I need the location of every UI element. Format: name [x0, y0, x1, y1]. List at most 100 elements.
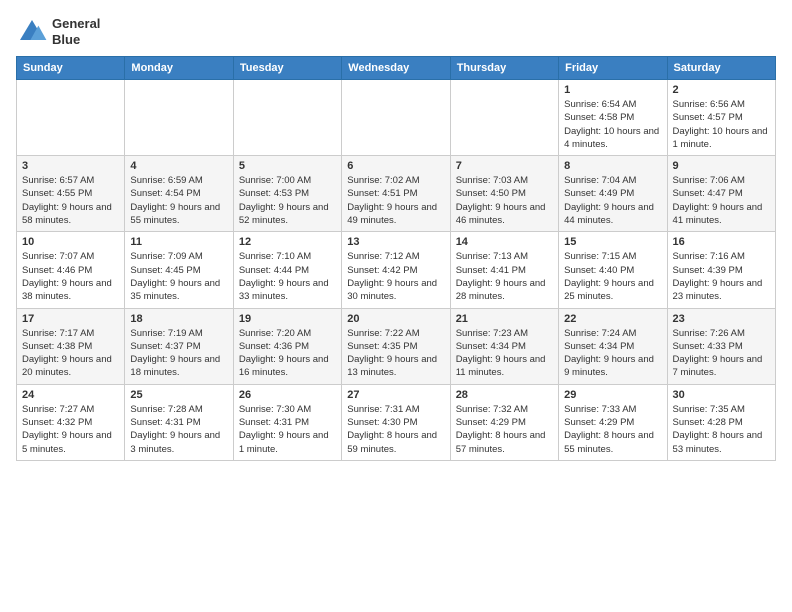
- day-info: Sunrise: 6:54 AM Sunset: 4:58 PM Dayligh…: [564, 98, 661, 151]
- calendar-cell: 6 Sunrise: 7:02 AM Sunset: 4:51 PM Daylig…: [342, 156, 450, 232]
- day-number: 7: [456, 160, 553, 172]
- day-number: 29: [564, 389, 661, 401]
- calendar-week-row: 10 Sunrise: 7:07 AM Sunset: 4:46 PM Dayli…: [17, 232, 776, 308]
- day-info: Sunrise: 7:35 AM Sunset: 4:28 PM Dayligh…: [673, 403, 770, 456]
- day-number: 1: [564, 84, 661, 96]
- day-info: Sunrise: 7:28 AM Sunset: 4:31 PM Dayligh…: [130, 403, 227, 456]
- day-number: 25: [130, 389, 227, 401]
- day-info: Sunrise: 7:22 AM Sunset: 4:35 PM Dayligh…: [347, 327, 444, 380]
- day-info: Sunrise: 7:26 AM Sunset: 4:33 PM Dayligh…: [673, 327, 770, 380]
- calendar-cell: 7 Sunrise: 7:03 AM Sunset: 4:50 PM Daylig…: [450, 156, 558, 232]
- day-info: Sunrise: 6:57 AM Sunset: 4:55 PM Dayligh…: [22, 174, 119, 227]
- day-number: 6: [347, 160, 444, 172]
- calendar-week-row: 1 Sunrise: 6:54 AM Sunset: 4:58 PM Daylig…: [17, 80, 776, 156]
- day-number: 22: [564, 313, 661, 325]
- calendar-cell: 25 Sunrise: 7:28 AM Sunset: 4:31 PM Dayli…: [125, 384, 233, 460]
- calendar-cell: 30 Sunrise: 7:35 AM Sunset: 4:28 PM Dayli…: [667, 384, 775, 460]
- calendar-cell: 22 Sunrise: 7:24 AM Sunset: 4:34 PM Dayli…: [559, 308, 667, 384]
- calendar-cell: 13 Sunrise: 7:12 AM Sunset: 4:42 PM Dayli…: [342, 232, 450, 308]
- calendar-cell: 8 Sunrise: 7:04 AM Sunset: 4:49 PM Daylig…: [559, 156, 667, 232]
- calendar-week-row: 24 Sunrise: 7:27 AM Sunset: 4:32 PM Dayli…: [17, 384, 776, 460]
- day-number: 18: [130, 313, 227, 325]
- logo: General Blue: [16, 16, 100, 48]
- calendar-table: SundayMondayTuesdayWednesdayThursdayFrid…: [16, 56, 776, 461]
- calendar-cell: [233, 80, 341, 156]
- day-info: Sunrise: 7:20 AM Sunset: 4:36 PM Dayligh…: [239, 327, 336, 380]
- calendar-cell: 24 Sunrise: 7:27 AM Sunset: 4:32 PM Dayli…: [17, 384, 125, 460]
- day-number: 4: [130, 160, 227, 172]
- day-number: 11: [130, 236, 227, 248]
- calendar-cell: 20 Sunrise: 7:22 AM Sunset: 4:35 PM Dayli…: [342, 308, 450, 384]
- day-info: Sunrise: 7:16 AM Sunset: 4:39 PM Dayligh…: [673, 250, 770, 303]
- calendar-cell: 5 Sunrise: 7:00 AM Sunset: 4:53 PM Daylig…: [233, 156, 341, 232]
- day-number: 19: [239, 313, 336, 325]
- calendar-cell: [342, 80, 450, 156]
- day-info: Sunrise: 7:03 AM Sunset: 4:50 PM Dayligh…: [456, 174, 553, 227]
- day-number: 21: [456, 313, 553, 325]
- day-number: 24: [22, 389, 119, 401]
- calendar-cell: 29Sunrise: 7:33 AM Sunset: 4:29 PM Dayli…: [559, 384, 667, 460]
- calendar-cell: 16Sunrise: 7:16 AM Sunset: 4:39 PM Dayli…: [667, 232, 775, 308]
- calendar-body: 1 Sunrise: 6:54 AM Sunset: 4:58 PM Daylig…: [17, 80, 776, 461]
- day-info: Sunrise: 7:27 AM Sunset: 4:32 PM Dayligh…: [22, 403, 119, 456]
- day-number: 12: [239, 236, 336, 248]
- calendar-cell: [450, 80, 558, 156]
- day-info: Sunrise: 7:13 AM Sunset: 4:41 PM Dayligh…: [456, 250, 553, 303]
- calendar-cell: 15Sunrise: 7:15 AM Sunset: 4:40 PM Dayli…: [559, 232, 667, 308]
- calendar-cell: 3 Sunrise: 6:57 AM Sunset: 4:55 PM Daylig…: [17, 156, 125, 232]
- calendar-week-row: 3 Sunrise: 6:57 AM Sunset: 4:55 PM Daylig…: [17, 156, 776, 232]
- day-info: Sunrise: 7:04 AM Sunset: 4:49 PM Dayligh…: [564, 174, 661, 227]
- day-info: Sunrise: 7:00 AM Sunset: 4:53 PM Dayligh…: [239, 174, 336, 227]
- day-info: Sunrise: 7:06 AM Sunset: 4:47 PM Dayligh…: [673, 174, 770, 227]
- day-number: 27: [347, 389, 444, 401]
- page-header: General Blue: [16, 16, 776, 48]
- calendar-cell: 18 Sunrise: 7:19 AM Sunset: 4:37 PM Dayli…: [125, 308, 233, 384]
- day-info: Sunrise: 7:30 AM Sunset: 4:31 PM Dayligh…: [239, 403, 336, 456]
- day-info: Sunrise: 7:07 AM Sunset: 4:46 PM Dayligh…: [22, 250, 119, 303]
- day-number: 5: [239, 160, 336, 172]
- day-info: Sunrise: 7:19 AM Sunset: 4:37 PM Dayligh…: [130, 327, 227, 380]
- day-number: 3: [22, 160, 119, 172]
- day-info: Sunrise: 7:32 AM Sunset: 4:29 PM Dayligh…: [456, 403, 553, 456]
- day-number: 13: [347, 236, 444, 248]
- calendar-cell: 12 Sunrise: 7:10 AM Sunset: 4:44 PM Dayli…: [233, 232, 341, 308]
- calendar-cell: 23 Sunrise: 7:26 AM Sunset: 4:33 PM Dayli…: [667, 308, 775, 384]
- weekday-header-monday: Monday: [125, 57, 233, 80]
- day-number: 8: [564, 160, 661, 172]
- calendar-cell: 9 Sunrise: 7:06 AM Sunset: 4:47 PM Daylig…: [667, 156, 775, 232]
- calendar-cell: 28 Sunrise: 7:32 AM Sunset: 4:29 PM Dayli…: [450, 384, 558, 460]
- calendar-cell: [17, 80, 125, 156]
- calendar-cell: 21 Sunrise: 7:23 AM Sunset: 4:34 PM Dayli…: [450, 308, 558, 384]
- day-number: 9: [673, 160, 770, 172]
- calendar-cell: 14 Sunrise: 7:13 AM Sunset: 4:41 PM Dayli…: [450, 232, 558, 308]
- calendar-header-row: SundayMondayTuesdayWednesdayThursdayFrid…: [17, 57, 776, 80]
- day-info: Sunrise: 7:10 AM Sunset: 4:44 PM Dayligh…: [239, 250, 336, 303]
- day-number: 10: [22, 236, 119, 248]
- logo-icon: [16, 16, 48, 48]
- day-number: 14: [456, 236, 553, 248]
- calendar-cell: 1 Sunrise: 6:54 AM Sunset: 4:58 PM Daylig…: [559, 80, 667, 156]
- day-number: 2: [673, 84, 770, 96]
- day-info: Sunrise: 7:12 AM Sunset: 4:42 PM Dayligh…: [347, 250, 444, 303]
- calendar-cell: 26 Sunrise: 7:30 AM Sunset: 4:31 PM Dayli…: [233, 384, 341, 460]
- calendar-week-row: 17Sunrise: 7:17 AM Sunset: 4:38 PM Dayli…: [17, 308, 776, 384]
- calendar-cell: [125, 80, 233, 156]
- calendar-cell: 19 Sunrise: 7:20 AM Sunset: 4:36 PM Dayli…: [233, 308, 341, 384]
- day-info: Sunrise: 7:31 AM Sunset: 4:30 PM Dayligh…: [347, 403, 444, 456]
- day-number: 17: [22, 313, 119, 325]
- day-info: Sunrise: 7:24 AM Sunset: 4:34 PM Dayligh…: [564, 327, 661, 380]
- day-info: Sunrise: 7:23 AM Sunset: 4:34 PM Dayligh…: [456, 327, 553, 380]
- day-info: Sunrise: 7:02 AM Sunset: 4:51 PM Dayligh…: [347, 174, 444, 227]
- day-number: 26: [239, 389, 336, 401]
- calendar-cell: 11Sunrise: 7:09 AM Sunset: 4:45 PM Dayli…: [125, 232, 233, 308]
- calendar-cell: 2Sunrise: 6:56 AM Sunset: 4:57 PM Daylig…: [667, 80, 775, 156]
- day-number: 30: [673, 389, 770, 401]
- day-number: 28: [456, 389, 553, 401]
- day-number: 20: [347, 313, 444, 325]
- weekday-header-sunday: Sunday: [17, 57, 125, 80]
- weekday-header-wednesday: Wednesday: [342, 57, 450, 80]
- day-info: Sunrise: 7:15 AM Sunset: 4:40 PM Dayligh…: [564, 250, 661, 303]
- calendar-cell: 10 Sunrise: 7:07 AM Sunset: 4:46 PM Dayli…: [17, 232, 125, 308]
- logo-text: General Blue: [52, 16, 100, 47]
- day-number: 23: [673, 313, 770, 325]
